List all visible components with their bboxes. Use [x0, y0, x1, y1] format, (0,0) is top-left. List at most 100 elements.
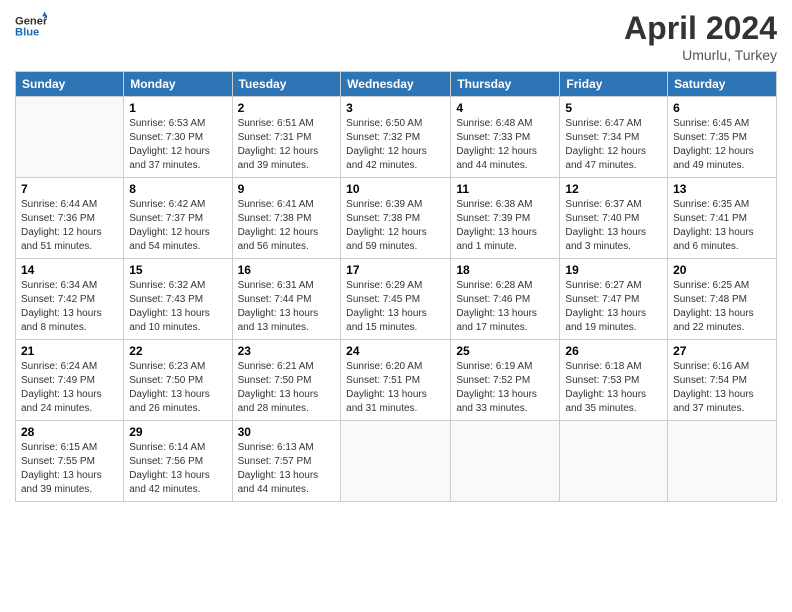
calendar-cell — [560, 421, 668, 502]
day-number: 25 — [456, 344, 554, 358]
daylight-text: Daylight: 13 hours and 28 minutes. — [238, 388, 336, 416]
week-row-0: 1 Sunrise: 6:53 AMSunset: 7:30 PMDaylight… — [16, 97, 777, 178]
sunrise-text: Sunrise: 6:14 AM — [129, 441, 226, 455]
daylight-text: Daylight: 13 hours and 17 minutes. — [456, 307, 554, 335]
calendar-cell: 18Sunrise: 6:28 AMSunset: 7:46 PMDayligh… — [451, 259, 560, 340]
sunset-text: Sunset: 7:44 PM — [238, 293, 336, 307]
sunrise-text: Sunrise: 6:13 AM — [238, 441, 336, 455]
day-number: 19 — [565, 263, 662, 277]
calendar-cell: 26 Sunrise: 6:18 AMSunset: 7:53 PMDayligh… — [560, 340, 668, 421]
sunrise-text: Sunrise: 6:37 AM — [565, 198, 662, 212]
day-number: 4 — [456, 101, 554, 115]
day-number: 23 — [238, 344, 336, 358]
sunrise-text: Sunrise: 6:45 AM — [673, 117, 771, 131]
sunset-text: Sunset: 7:34 PM — [565, 131, 662, 145]
title-block: April 2024 Umurlu, Turkey — [624, 10, 777, 63]
calendar-cell: 11Sunrise: 6:38 AMSunset: 7:39 PMDayligh… — [451, 178, 560, 259]
header: General Blue April 2024 Umurlu, Turkey — [15, 10, 777, 63]
sunset-text: Sunset: 7:50 PM — [238, 374, 336, 388]
sunset-text: Sunset: 7:54 PM — [673, 374, 771, 388]
header-thursday: Thursday — [451, 72, 560, 97]
sunrise-text: Sunrise: 6:32 AM — [129, 279, 226, 293]
header-sunday: Sunday — [16, 72, 124, 97]
sunrise-text: Sunrise: 6:23 AM — [129, 360, 226, 374]
sunset-text: Sunset: 7:43 PM — [129, 293, 226, 307]
daylight-text: Daylight: 13 hours and 44 minutes. — [238, 469, 336, 497]
sunrise-text: Sunrise: 6:31 AM — [238, 279, 336, 293]
daylight-text: Daylight: 13 hours and 35 minutes. — [565, 388, 662, 416]
day-number: 9 — [238, 182, 336, 196]
sunrise-text: Sunrise: 6:41 AM — [238, 198, 336, 212]
calendar-cell: 2Sunrise: 6:51 AMSunset: 7:31 PMDaylight… — [232, 97, 341, 178]
calendar-cell: 20Sunrise: 6:25 AMSunset: 7:48 PMDayligh… — [668, 259, 777, 340]
sunrise-text: Sunrise: 6:42 AM — [129, 198, 226, 212]
day-number: 10 — [346, 182, 445, 196]
day-number: 22 — [129, 344, 226, 358]
calendar-cell: 27Sunrise: 6:16 AMSunset: 7:54 PMDayligh… — [668, 340, 777, 421]
day-info: Sunrise: 6:23 AMSunset: 7:50 PMDaylight:… — [129, 360, 226, 416]
calendar-cell: 29 Sunrise: 6:14 AMSunset: 7:56 PMDayligh… — [124, 421, 232, 502]
sunset-text: Sunset: 7:53 PM — [565, 374, 662, 388]
calendar-cell — [16, 97, 124, 178]
sunset-text: Sunset: 7:45 PM — [346, 293, 445, 307]
daylight-text: Daylight: 12 hours and 37 minutes. — [129, 145, 226, 173]
svg-text:Blue: Blue — [15, 27, 39, 39]
daylight-text: Daylight: 13 hours and 3 minutes. — [565, 226, 662, 254]
daylight-text: Daylight: 13 hours and 13 minutes. — [238, 307, 336, 335]
logo: General Blue — [15, 10, 47, 42]
day-info: Sunrise: 6:25 AMSunset: 7:48 PMDaylight:… — [673, 279, 771, 335]
sunset-text: Sunset: 7:35 PM — [673, 131, 771, 145]
daylight-text: Daylight: 12 hours and 51 minutes. — [21, 226, 118, 254]
sunrise-text: Sunrise: 6:44 AM — [21, 198, 118, 212]
day-number: 21 — [21, 344, 118, 358]
daylight-text: Daylight: 12 hours and 56 minutes. — [238, 226, 336, 254]
daylight-text: Daylight: 13 hours and 37 minutes. — [673, 388, 771, 416]
daylight-text: Daylight: 12 hours and 59 minutes. — [346, 226, 445, 254]
week-row-2: 14 Sunrise: 6:34 AMSunset: 7:42 PMDayligh… — [16, 259, 777, 340]
day-number: 26 — [565, 344, 662, 358]
header-saturday: Saturday — [668, 72, 777, 97]
day-info: Sunrise: 6:14 AMSunset: 7:56 PMDaylight:… — [129, 441, 226, 497]
daylight-text: Daylight: 13 hours and 15 minutes. — [346, 307, 445, 335]
calendar-cell: 3Sunrise: 6:50 AMSunset: 7:32 PMDaylight… — [341, 97, 451, 178]
day-info: Sunrise: 6:20 AMSunset: 7:51 PMDaylight:… — [346, 360, 445, 416]
calendar-cell: 25 Sunrise: 6:19 AMSunset: 7:52 PMDayligh… — [451, 340, 560, 421]
sunrise-text: Sunrise: 6:18 AM — [565, 360, 662, 374]
week-row-4: 28Sunrise: 6:15 AMSunset: 7:55 PMDayligh… — [16, 421, 777, 502]
day-info: Sunrise: 6:34 AMSunset: 7:42 PMDaylight:… — [21, 279, 118, 335]
day-info: Sunrise: 6:53 AMSunset: 7:30 PMDaylight:… — [129, 117, 226, 173]
day-info: Sunrise: 6:28 AMSunset: 7:46 PMDaylight:… — [456, 279, 554, 335]
calendar-cell: 10Sunrise: 6:39 AMSunset: 7:38 PMDayligh… — [341, 178, 451, 259]
daylight-text: Daylight: 13 hours and 31 minutes. — [346, 388, 445, 416]
calendar-cell: 23Sunrise: 6:21 AMSunset: 7:50 PMDayligh… — [232, 340, 341, 421]
day-info: Sunrise: 6:31 AMSunset: 7:44 PMDaylight:… — [238, 279, 336, 335]
calendar-cell: 22 Sunrise: 6:23 AMSunset: 7:50 PMDayligh… — [124, 340, 232, 421]
daylight-text: Daylight: 13 hours and 39 minutes. — [21, 469, 118, 497]
day-info: Sunrise: 6:19 AMSunset: 7:52 PMDaylight:… — [456, 360, 554, 416]
sunset-text: Sunset: 7:32 PM — [346, 131, 445, 145]
sunrise-text: Sunrise: 6:27 AM — [565, 279, 662, 293]
daylight-text: Daylight: 13 hours and 24 minutes. — [21, 388, 118, 416]
day-info: Sunrise: 6:18 AMSunset: 7:53 PMDaylight:… — [565, 360, 662, 416]
daylight-text: Daylight: 12 hours and 39 minutes. — [238, 145, 336, 173]
calendar-cell: 12Sunrise: 6:37 AMSunset: 7:40 PMDayligh… — [560, 178, 668, 259]
header-friday: Friday — [560, 72, 668, 97]
day-number: 1 — [129, 101, 226, 115]
day-info: Sunrise: 6:24 AMSunset: 7:49 PMDaylight:… — [21, 360, 118, 416]
day-number: 29 — [129, 425, 226, 439]
day-number: 17 — [346, 263, 445, 277]
sunrise-text: Sunrise: 6:20 AM — [346, 360, 445, 374]
sunset-text: Sunset: 7:37 PM — [129, 212, 226, 226]
day-info: Sunrise: 6:48 AMSunset: 7:33 PMDaylight:… — [456, 117, 554, 173]
calendar-cell: 5Sunrise: 6:47 AMSunset: 7:34 PMDaylight… — [560, 97, 668, 178]
day-info: Sunrise: 6:15 AMSunset: 7:55 PMDaylight:… — [21, 441, 118, 497]
day-number: 14 — [21, 263, 118, 277]
sunrise-text: Sunrise: 6:25 AM — [673, 279, 771, 293]
daylight-text: Daylight: 12 hours and 54 minutes. — [129, 226, 226, 254]
sunset-text: Sunset: 7:38 PM — [346, 212, 445, 226]
day-number: 7 — [21, 182, 118, 196]
sunset-text: Sunset: 7:50 PM — [129, 374, 226, 388]
day-number: 3 — [346, 101, 445, 115]
sunset-text: Sunset: 7:49 PM — [21, 374, 118, 388]
day-info: Sunrise: 6:45 AMSunset: 7:35 PMDaylight:… — [673, 117, 771, 173]
